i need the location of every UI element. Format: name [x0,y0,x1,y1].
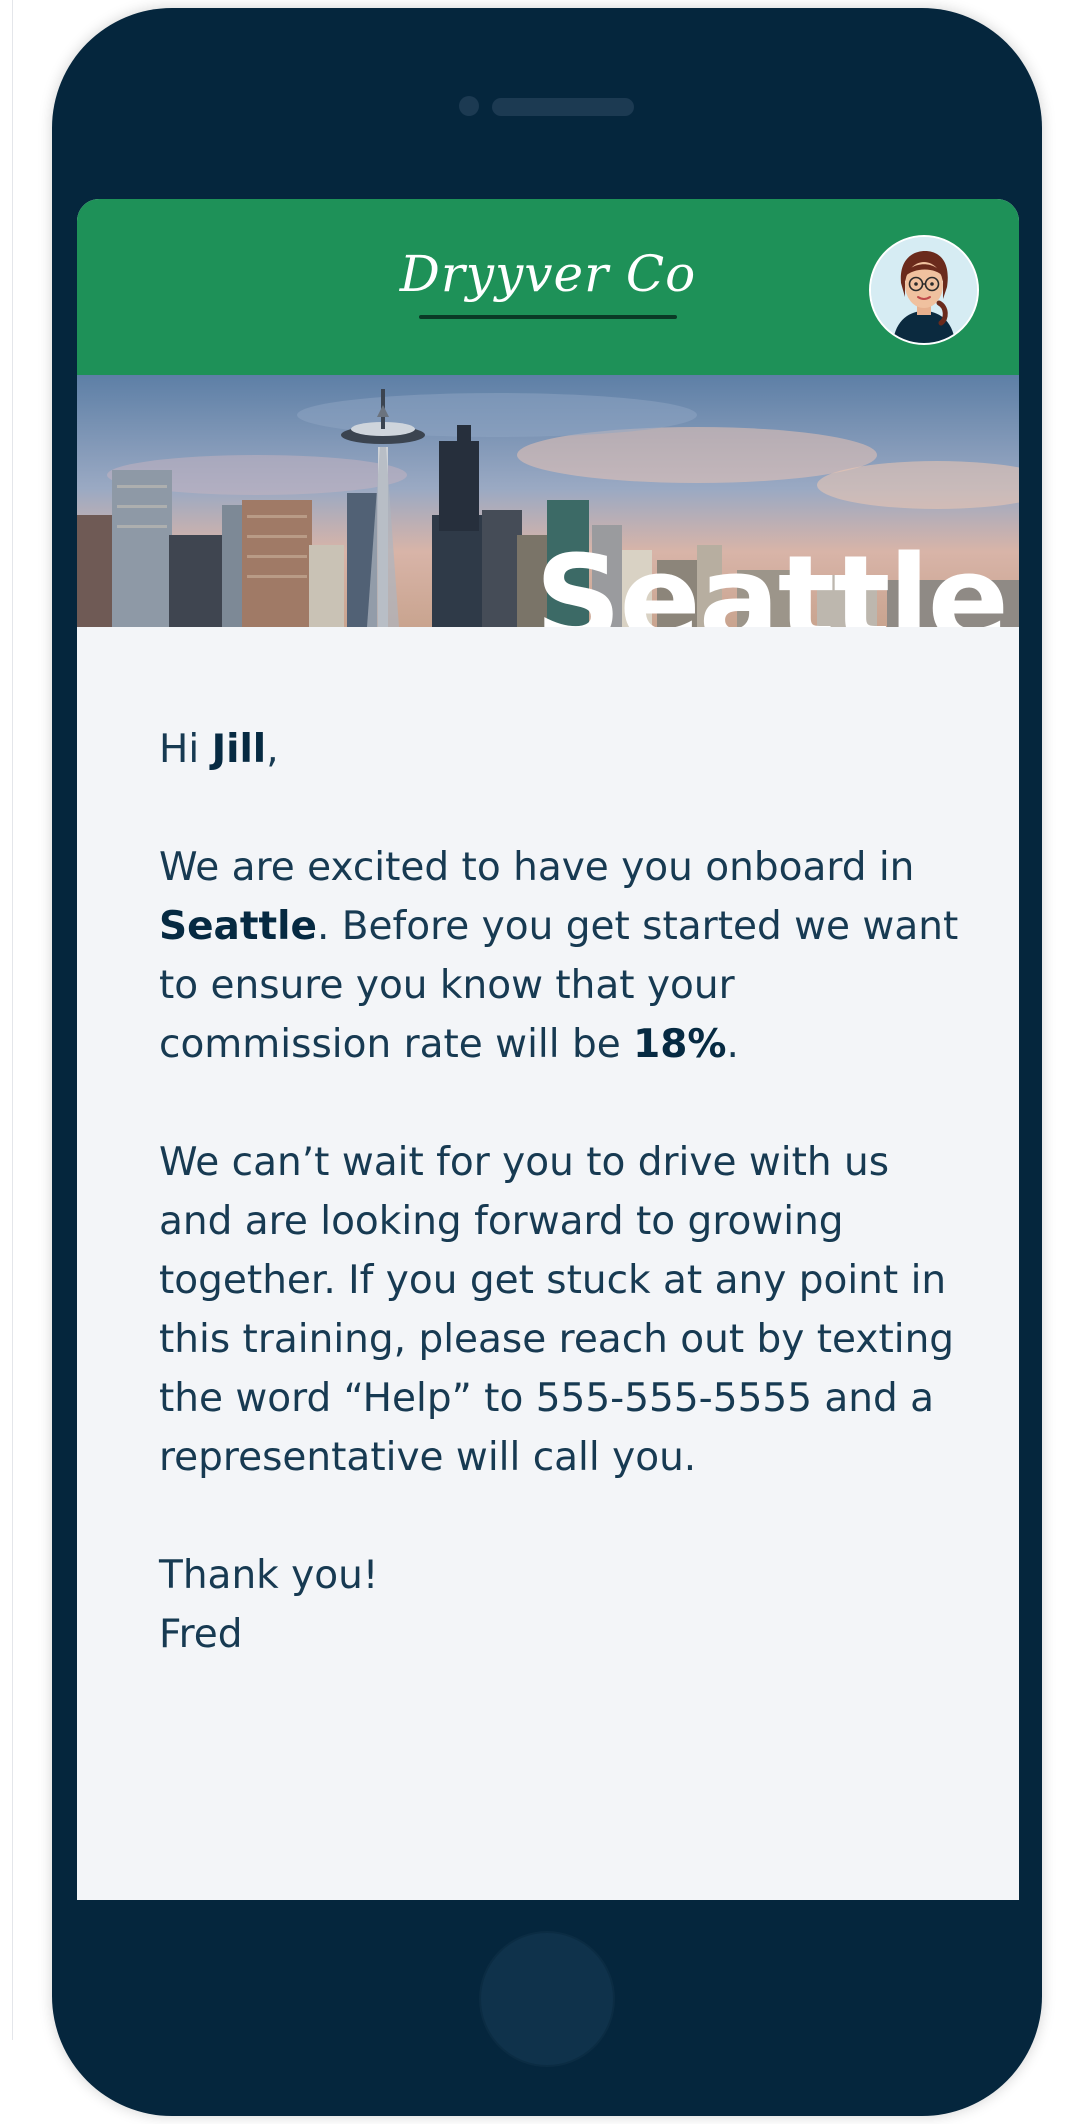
city-name: Seattle [159,904,317,949]
home-button[interactable] [479,1931,615,2067]
recipient-name: Jill [211,727,267,772]
intro-paragraph: We are excited to have you onboard in Se… [159,838,959,1074]
sender-name: Fred [159,1612,243,1657]
app-header: Dryyver Co [77,199,1019,375]
woman-avatar-icon [871,237,977,343]
brand-underline [419,315,677,319]
intro-text-a: We are excited to have you onboard in [159,845,915,890]
phone-frame: Dryyver Co Seattle Hi Jill, We are excit… [52,8,1042,2116]
page-edge-divider [12,0,13,2040]
message-body: Hi Jill, We are excited to have you onbo… [159,720,959,1664]
avatar[interactable] [869,235,979,345]
speaker-grille [492,98,634,116]
greeting-prefix: Hi [159,727,212,772]
intro-text-c: . [726,1022,739,1067]
phone-screen: Dryyver Co Seattle Hi Jill, We are excit… [77,199,1019,1900]
banner-city-title: Seattle [534,531,1009,628]
help-paragraph: We can’t wait for you to drive with us a… [159,1140,955,1480]
camera-icon [459,96,479,116]
greeting: Hi Jill, [159,720,959,779]
seattle-skyline-image: Seattle [77,375,1019,627]
closing-line: Thank you! [159,1553,379,1598]
commission-rate: 18% [633,1022,727,1067]
greeting-suffix: , [266,727,279,772]
